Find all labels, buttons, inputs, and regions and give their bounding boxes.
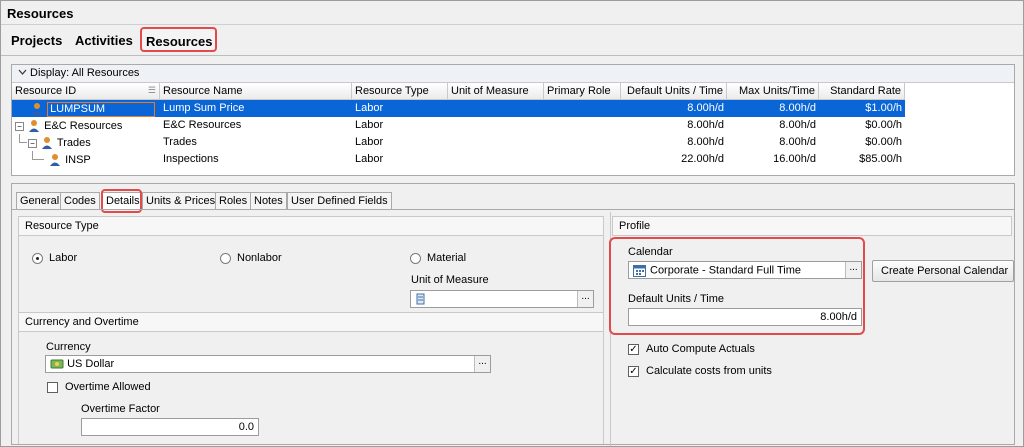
nav-tab-activities[interactable]: Activities — [72, 31, 136, 50]
cell-resource-type: Labor — [355, 153, 384, 165]
cell-resource-type: Labor — [355, 136, 384, 148]
cell-standard-rate: $0.00/h — [865, 136, 902, 148]
nav-divider — [1, 55, 1023, 56]
auto-compute-actuals-checkbox[interactable]: ✓ Auto Compute Actuals — [628, 343, 755, 355]
chevron-down-icon[interactable] — [18, 68, 28, 78]
cell-default-units: 8.00h/d — [687, 136, 724, 148]
overtime-allowed-box[interactable] — [47, 381, 58, 393]
display-filter-bar[interactable]: Display: All Resources — [12, 65, 1014, 83]
cell-standard-rate: $0.00/h — [865, 119, 902, 131]
cell-max-units: 8.00h/d — [779, 119, 816, 131]
collapse-icon[interactable]: − — [15, 121, 24, 131]
overtime-allowed-checkbox[interactable]: Overtime Allowed — [47, 381, 151, 393]
cell-resource-name: E&C Resources — [163, 119, 242, 131]
auto-compute-actuals-box[interactable]: ✓ — [628, 343, 639, 355]
tab-codes[interactable]: Codes — [60, 192, 100, 210]
window-title: Resources — [7, 6, 74, 21]
column-header-resource-name[interactable]: Resource Name — [160, 83, 352, 100]
cell-standard-rate: $1.00/h — [865, 102, 902, 114]
resources-window: Resources Projects Activities Resources … — [0, 0, 1024, 447]
currency-value: US Dollar — [67, 358, 115, 370]
calculate-costs-box[interactable]: ✓ — [628, 365, 639, 377]
radio-labor[interactable]: Labor — [32, 252, 77, 264]
collapse-icon[interactable]: − — [28, 138, 37, 148]
column-header-primary-role[interactable]: Primary Role — [544, 83, 621, 100]
overtime-factor-field[interactable]: 0.0 — [81, 418, 259, 436]
radio-material-button[interactable] — [410, 252, 421, 264]
column-sort-icon[interactable]: ☰ — [148, 85, 156, 96]
cell-resource-name: Lump Sum Price — [163, 102, 245, 114]
unit-of-measure-browse-button[interactable]: ... — [577, 291, 593, 307]
table-row[interactable]: − Trades Trades Labor 8.00h/d 8.00h/d $0… — [12, 134, 905, 151]
display-filter-label: Display: All Resources — [30, 67, 140, 79]
create-personal-calendar-button[interactable]: Create Personal Calendar — [872, 260, 1014, 282]
currency-field[interactable]: US Dollar ... — [45, 355, 491, 373]
table-row[interactable]: INSP Inspections Labor 22.00h/d 16.00h/d… — [12, 151, 905, 168]
cell-max-units: 8.00h/d — [779, 136, 816, 148]
cell-resource-type: Labor — [355, 119, 384, 131]
radio-nonlabor[interactable]: Nonlabor — [220, 252, 282, 264]
profile-fields-highlight — [609, 237, 865, 335]
currency-overtime-section-header: Currency and Overtime — [18, 312, 604, 332]
radio-material[interactable]: Material — [410, 252, 466, 264]
table-row[interactable]: − E&C Resources E&C Resources Labor 8.00… — [12, 117, 905, 134]
cell-resource-name: Trades — [163, 136, 197, 148]
tab-general[interactable]: General — [16, 192, 64, 210]
tab-user-defined-fields[interactable]: User Defined Fields — [287, 192, 392, 210]
unit-of-measure-label: Unit of Measure — [411, 274, 489, 286]
column-header-standard-rate[interactable]: Standard Rate — [819, 83, 905, 100]
column-header-unit-of-measure[interactable]: Unit of Measure — [448, 83, 544, 100]
resource-person-icon — [48, 153, 62, 167]
tab-units-prices[interactable]: Units & Prices — [142, 192, 220, 210]
unit-of-measure-field[interactable]: ... — [410, 290, 594, 308]
cell-default-units: 22.00h/d — [681, 153, 724, 165]
column-header-resource-type[interactable]: Resource Type — [352, 83, 448, 100]
calculate-costs-checkbox[interactable]: ✓ Calculate costs from units — [628, 365, 772, 377]
column-header-default-units[interactable]: Default Units / Time — [621, 83, 727, 100]
cell-resource-id: E&C Resources — [44, 119, 123, 132]
radio-nonlabor-button[interactable] — [220, 252, 231, 264]
cell-resource-id: INSP — [65, 153, 91, 166]
resource-grid: Display: All Resources Resource ID ☰ Res… — [11, 64, 1015, 176]
currency-icon — [50, 358, 67, 370]
cell-resource-type: Labor — [355, 102, 384, 114]
radio-labor-button[interactable] — [32, 252, 43, 264]
tab-notes[interactable]: Notes — [250, 192, 287, 210]
cell-max-units: 8.00h/d — [779, 102, 816, 114]
nav-tab-projects[interactable]: Projects — [8, 31, 65, 50]
tab-roles[interactable]: Roles — [215, 192, 252, 210]
currency-label: Currency — [46, 341, 91, 353]
cell-resource-id: Trades — [56, 136, 91, 149]
resource-group-icon — [40, 136, 54, 150]
column-header-max-units[interactable]: Max Units/Time — [727, 83, 819, 100]
overtime-factor-label: Overtime Factor — [81, 403, 160, 415]
cell-resource-name: Inspections — [163, 153, 219, 165]
resource-person-icon — [30, 102, 44, 116]
currency-browse-button[interactable]: ... — [474, 356, 490, 372]
cell-default-units: 8.00h/d — [687, 119, 724, 131]
unit-of-measure-icon — [415, 293, 426, 308]
cell-max-units: 16.00h/d — [773, 153, 816, 165]
tab-divider — [12, 209, 1014, 210]
nav-tab-resources[interactable]: Resources — [140, 27, 217, 52]
resource-type-section-header: Resource Type — [18, 216, 604, 236]
cell-default-units: 8.00h/d — [687, 102, 724, 114]
title-divider — [1, 24, 1023, 25]
column-header-resource-id[interactable]: Resource ID ☰ — [12, 83, 160, 100]
cell-standard-rate: $85.00/h — [859, 153, 902, 165]
profile-section-header: Profile — [612, 216, 1012, 236]
resource-group-icon — [27, 119, 41, 133]
resource-id-edit-field[interactable]: LUMPSUM — [47, 102, 156, 117]
table-row[interactable]: LUMPSUM Lump Sum Price Labor 8.00h/d 8.0… — [12, 100, 905, 117]
